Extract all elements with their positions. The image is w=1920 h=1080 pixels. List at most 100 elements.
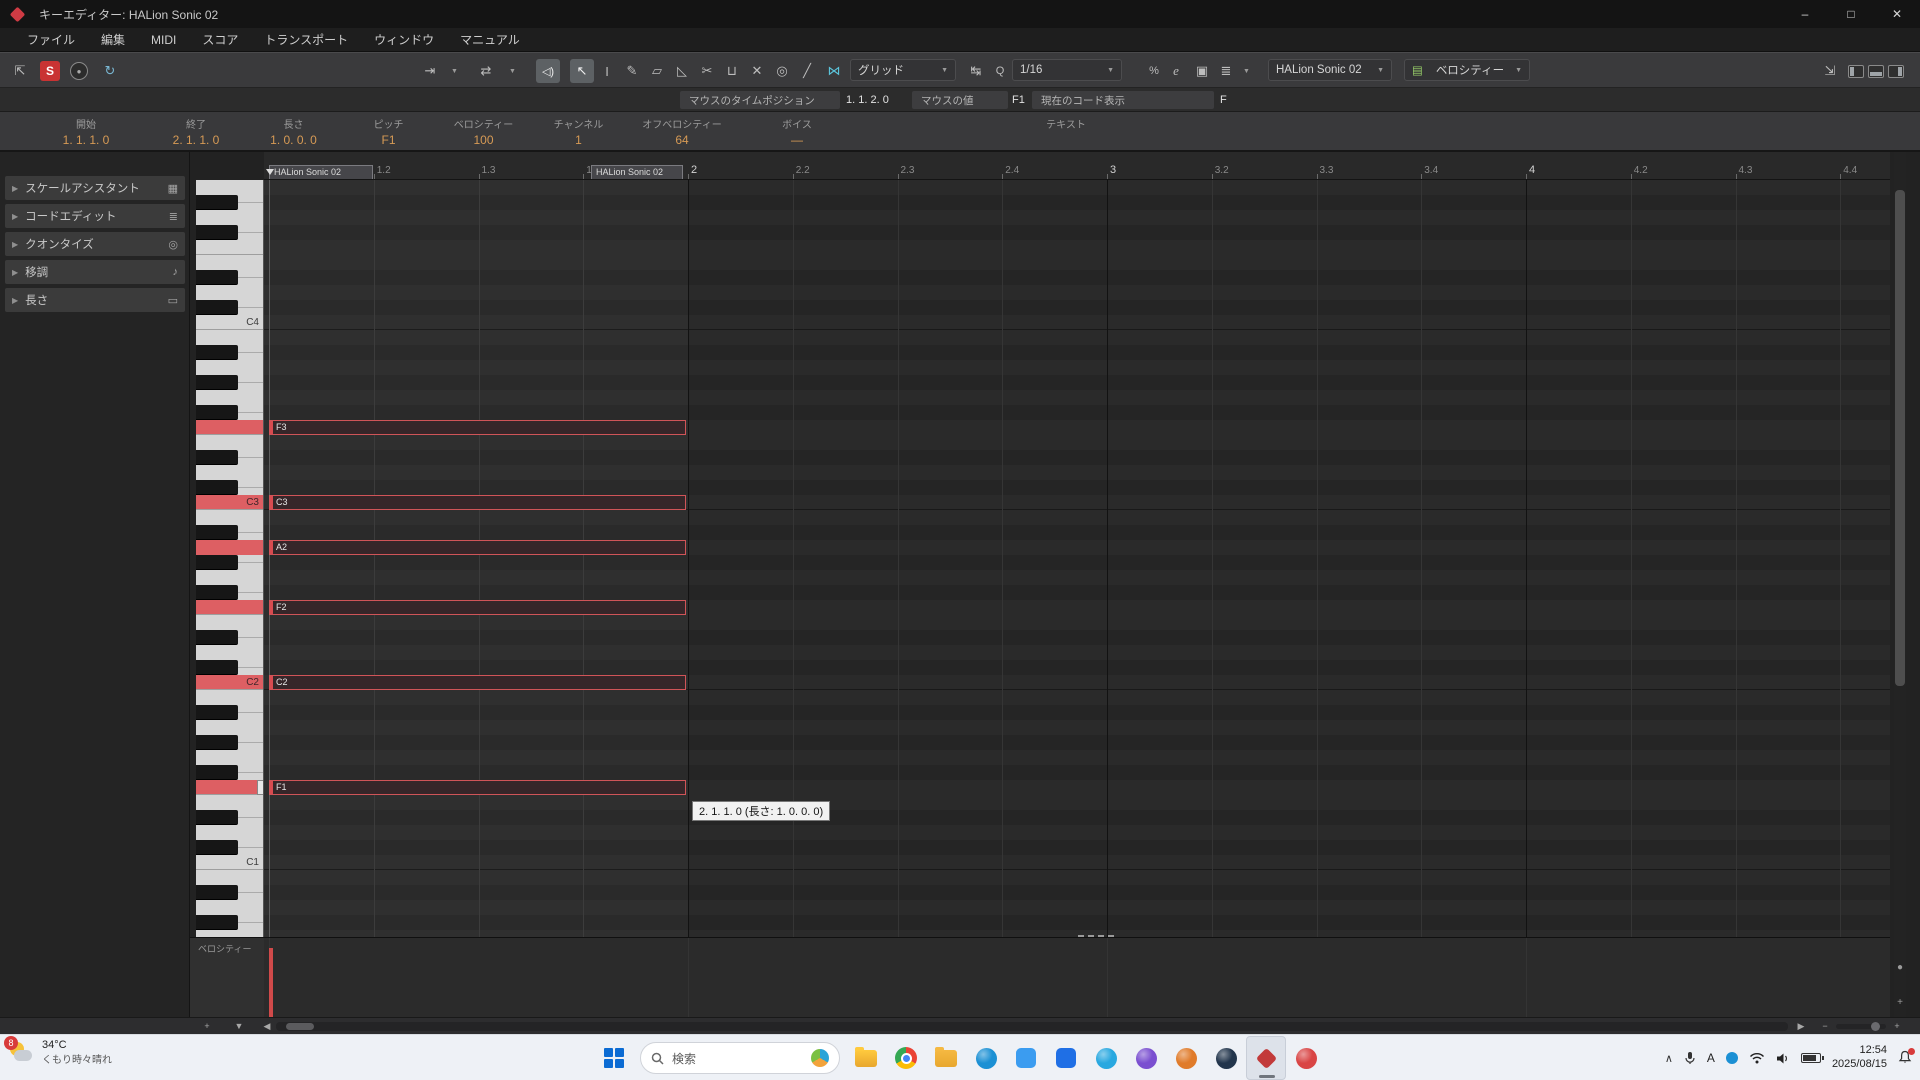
lane-options-caret[interactable]: ▼ <box>230 1019 248 1033</box>
black-key-C#3[interactable] <box>196 480 238 495</box>
lane-resize-handle[interactable] <box>1078 935 1114 937</box>
search-highlights-icon[interactable] <box>811 1049 829 1067</box>
black-key-F#3[interactable] <box>196 405 238 420</box>
info-field-6[interactable]: オフベロシティー64 <box>626 116 738 147</box>
black-key-A#3[interactable] <box>196 345 238 360</box>
glue-tool-icon[interactable]: ⊔ <box>720 59 744 83</box>
taskbar-cubase-icon[interactable] <box>1246 1036 1286 1080</box>
audition-speaker-icon[interactable]: ◁) <box>536 59 560 83</box>
split-tool-icon[interactable]: ✂ <box>695 59 719 83</box>
quantize-panel-icon[interactable]: e <box>1164 59 1188 83</box>
midi-note-C2[interactable]: C2 <box>269 675 686 690</box>
info-field-3[interactable]: ピッチF1 <box>341 116 436 147</box>
pin-editor-icon[interactable]: ⇱ <box>8 59 32 83</box>
mute-tool-icon[interactable]: ✕ <box>745 59 769 83</box>
track-select[interactable]: HALion Sonic 02▼ <box>1268 59 1392 81</box>
taskbar-file-explorer-icon[interactable] <box>846 1036 886 1080</box>
iterative-quantize-icon[interactable]: % <box>1142 59 1166 83</box>
start-button[interactable] <box>594 1036 634 1080</box>
follow-options-caret[interactable]: ▼ <box>509 59 516 83</box>
black-key-F#4[interactable] <box>196 225 238 240</box>
black-key-G#1[interactable] <box>196 735 238 750</box>
info-field-5[interactable]: チャンネル1 <box>531 116 626 147</box>
black-key-G#0[interactable] <box>196 915 238 930</box>
info-field-7[interactable]: ボイス— <box>738 116 856 147</box>
project-cursor-marker[interactable] <box>266 169 274 175</box>
velocity-lane[interactable] <box>264 937 1890 1017</box>
info-field-4[interactable]: ベロシティー100 <box>436 116 531 147</box>
scroll-left-arrow[interactable]: ◀ <box>258 1019 276 1033</box>
midi-note-C3[interactable]: C3 <box>269 495 686 510</box>
workspace-layout-icon[interactable]: ⇲ <box>1818 59 1842 83</box>
microphone-icon[interactable] <box>1684 1051 1696 1065</box>
bluetooth-tray-icon[interactable] <box>1726 1052 1738 1064</box>
taskbar-mail-icon[interactable] <box>1006 1036 1046 1080</box>
black-key-A#0[interactable] <box>196 885 238 900</box>
grid-type-select[interactable]: グリッド▼ <box>850 59 956 81</box>
search-box[interactable]: 検索 <box>640 1042 840 1074</box>
draw-tool-icon[interactable]: ✎ <box>620 59 644 83</box>
black-key-D#2[interactable] <box>196 630 238 645</box>
event-colors-caret[interactable]: ▼ <box>1243 59 1250 83</box>
erase-tool-icon[interactable]: ▱ <box>645 59 669 83</box>
menu-item-編集[interactable]: 編集 <box>88 28 138 51</box>
left-zone-toggle[interactable] <box>1848 65 1864 78</box>
part-end-flag[interactable]: HALion Sonic 02 <box>591 165 683 180</box>
ime-mode-indicator[interactable]: A <box>1707 1051 1715 1065</box>
taskbar-steam-icon[interactable] <box>1206 1036 1246 1080</box>
inspector-item-3[interactable]: ▶移調♪ <box>5 260 185 284</box>
battery-icon[interactable] <box>1801 1053 1821 1063</box>
weather-widget[interactable]: 8 34°C くもり時々晴れ <box>8 1039 112 1066</box>
horizontal-zoom-thumb[interactable] <box>1871 1022 1880 1031</box>
taskbar-media-player-icon[interactable] <box>1166 1036 1206 1080</box>
horizontal-scrollbar-thumb[interactable] <box>286 1023 314 1030</box>
inspector-item-0[interactable]: ▶スケールアシスタント▦ <box>5 176 185 200</box>
horizontal-zoom-slider[interactable] <box>1836 1024 1886 1029</box>
midi-note-F2[interactable]: F2 <box>269 600 686 615</box>
menu-item-ウィンドウ[interactable]: ウィンドウ <box>361 28 447 51</box>
midi-note-F1[interactable]: F1 <box>269 780 686 795</box>
quantize-link-icon[interactable]: ↹ <box>964 59 988 83</box>
black-key-C#2[interactable] <box>196 660 238 675</box>
taskbar-photos-red-icon[interactable] <box>1286 1036 1326 1080</box>
vertical-scrollbar-thumb[interactable] <box>1895 190 1905 686</box>
black-key-C#4[interactable] <box>196 300 238 315</box>
event-colors-icon[interactable]: ≣ <box>1214 59 1238 83</box>
quantize-preset-select[interactable]: 1/16▼ <box>1012 59 1122 81</box>
velocity-bar[interactable] <box>269 948 273 1018</box>
taskbar-store-icon[interactable] <box>1046 1036 1086 1080</box>
selection-variant-tool-icon[interactable]: I <box>595 59 619 83</box>
quantize-icon[interactable]: Q <box>988 59 1012 83</box>
info-field-8[interactable]: テキスト <box>856 116 1276 147</box>
black-key-F#2[interactable] <box>196 585 238 600</box>
snap-toggle-icon[interactable]: ⋈ <box>822 59 846 83</box>
zoom-in-button[interactable]: + <box>1888 1019 1906 1033</box>
taskbar-media-purple-icon[interactable] <box>1126 1036 1166 1080</box>
black-key-G#4[interactable] <box>196 195 238 210</box>
vertical-scrollbar[interactable] <box>1894 152 1906 1017</box>
black-key-G#2[interactable] <box>196 555 238 570</box>
follow-button[interactable]: ⇄ <box>474 59 498 83</box>
taskbar-chrome-icon[interactable] <box>886 1036 926 1080</box>
vertical-zoom-in-button[interactable]: + <box>1894 997 1906 1008</box>
menu-item-トランスポート[interactable]: トランスポート <box>251 28 361 51</box>
inspector-item-2[interactable]: ▶クオンタイズ◎ <box>5 232 185 256</box>
tray-overflow-chevron-icon[interactable]: ∧ <box>1665 1052 1673 1065</box>
midi-note-A2[interactable]: A2 <box>269 540 686 555</box>
inspector-item-1[interactable]: ▶コードエディット≣ <box>5 204 185 228</box>
autoscroll-button[interactable]: ⇥ <box>418 59 442 83</box>
part-editing-mode-icon[interactable]: ▣ <box>1190 59 1214 83</box>
info-field-0[interactable]: 開始1. 1. 1. 0 <box>26 116 146 147</box>
note-grid[interactable]: F3C3A2F2C2F12. 1. 1. 0 (長さ: 1. 0. 0. 0) <box>264 180 1890 937</box>
solo-button[interactable]: S <box>40 61 60 81</box>
taskbar-edge-icon[interactable] <box>966 1036 1006 1080</box>
menu-item-マニュアル[interactable]: マニュアル <box>447 28 533 51</box>
vertical-zoom-handle[interactable]: ● <box>1894 962 1906 973</box>
black-key-A#2[interactable] <box>196 525 238 540</box>
minimize-button[interactable]: – <box>1782 0 1828 28</box>
autoscroll-options-caret[interactable]: ▼ <box>451 59 458 83</box>
info-field-2[interactable]: 長さ1. 0. 0. 0 <box>246 116 341 147</box>
time-ruler[interactable]: 4.44.34.243.43.33.232.42.32.221.41.31.2 … <box>264 152 1890 180</box>
black-key-F#1[interactable] <box>196 765 238 780</box>
menu-item-ファイル[interactable]: ファイル <box>14 28 88 51</box>
